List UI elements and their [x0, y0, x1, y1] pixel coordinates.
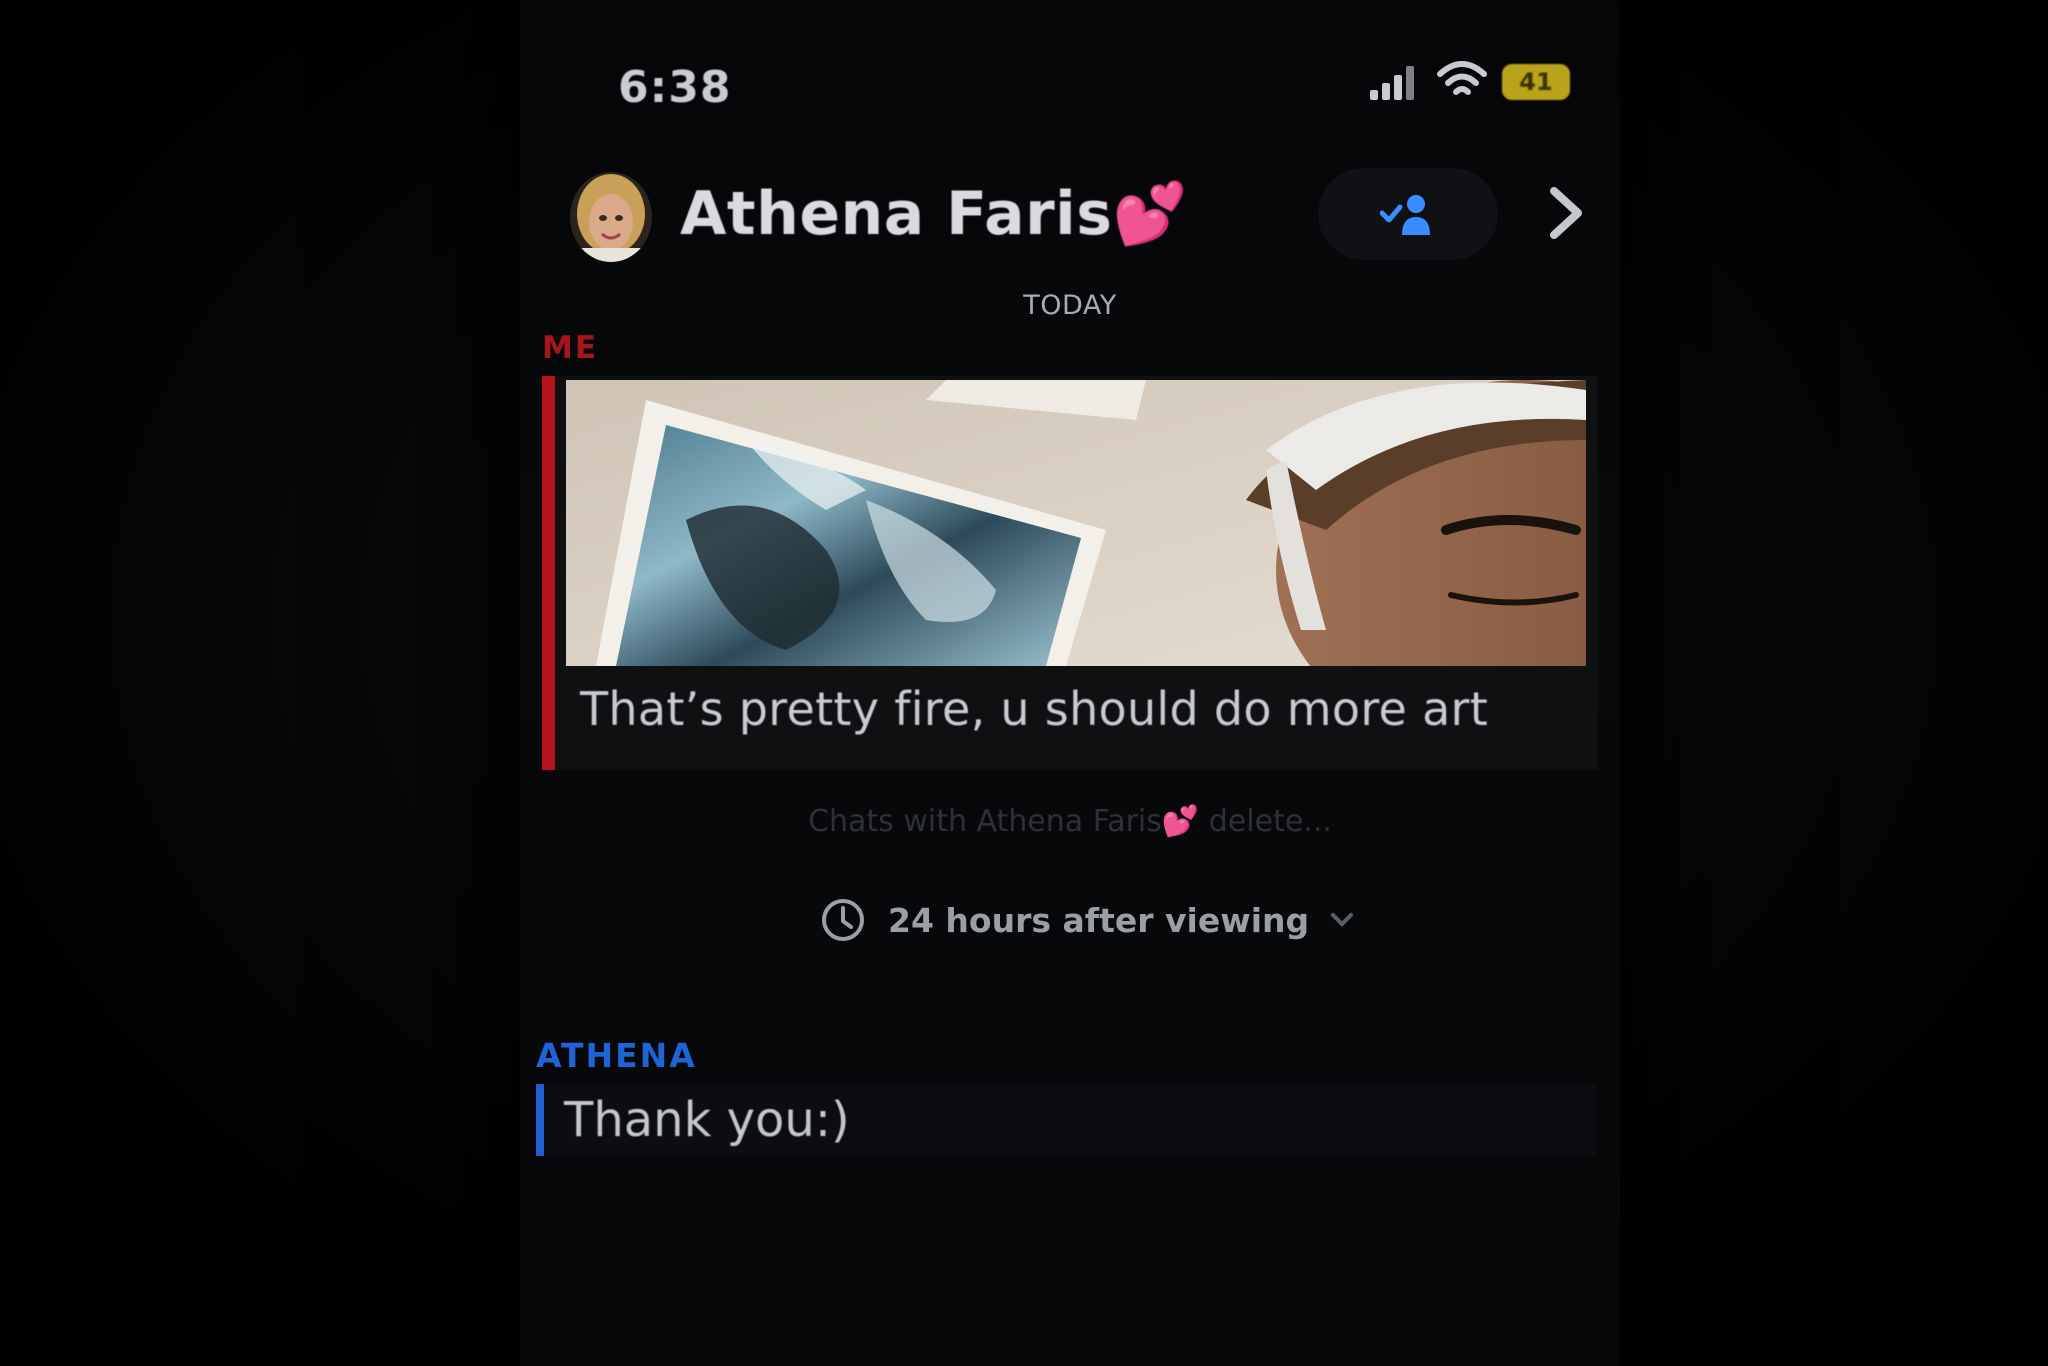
timer-label: 24 hours after viewing [888, 900, 1310, 940]
date-label: TODAY [1023, 290, 1117, 321]
chevron-right-icon [1550, 187, 1582, 239]
chat-title[interactable]: Athena Faris💕 [680, 178, 1188, 249]
chat-timer-setting[interactable]: 24 hours after viewing [820, 890, 1355, 950]
wifi-icon [1437, 61, 1487, 95]
sender-accent-bar [536, 1084, 544, 1156]
message-text: Thank you:) [564, 1092, 850, 1148]
forward-button[interactable] [1538, 178, 1594, 248]
add-friend-button[interactable] [1318, 168, 1498, 260]
message-block-me[interactable]: That’s pretty fire, u should do more art [542, 376, 1598, 770]
photo-of-phone: 6:38 41 Athena Faris💕 TODAY ME That’s pr… [0, 0, 2048, 1366]
clock-icon [822, 899, 864, 941]
message-text: That’s pretty fire, u should do more art [580, 682, 1489, 736]
status-time: 6:38 [618, 62, 732, 113]
sender-label-athena: ATHENA [536, 1036, 697, 1075]
snap-image[interactable] [566, 380, 1586, 666]
message-block-athena[interactable]: Thank you:) [536, 1084, 1596, 1156]
selfie-with-painting-image [566, 380, 1586, 666]
signal-icon [1370, 66, 1414, 100]
person-check-icon [1380, 195, 1430, 235]
bitmoji-avatar-icon [570, 172, 652, 262]
delete-notice: Chats with Athena Faris💕 delete... [808, 804, 1332, 839]
sender-accent-bar [542, 376, 555, 770]
chevron-down-icon [1331, 913, 1354, 927]
battery-icon: 41 [1502, 64, 1570, 100]
sender-label-me: ME [542, 330, 599, 366]
avatar[interactable] [570, 172, 652, 262]
